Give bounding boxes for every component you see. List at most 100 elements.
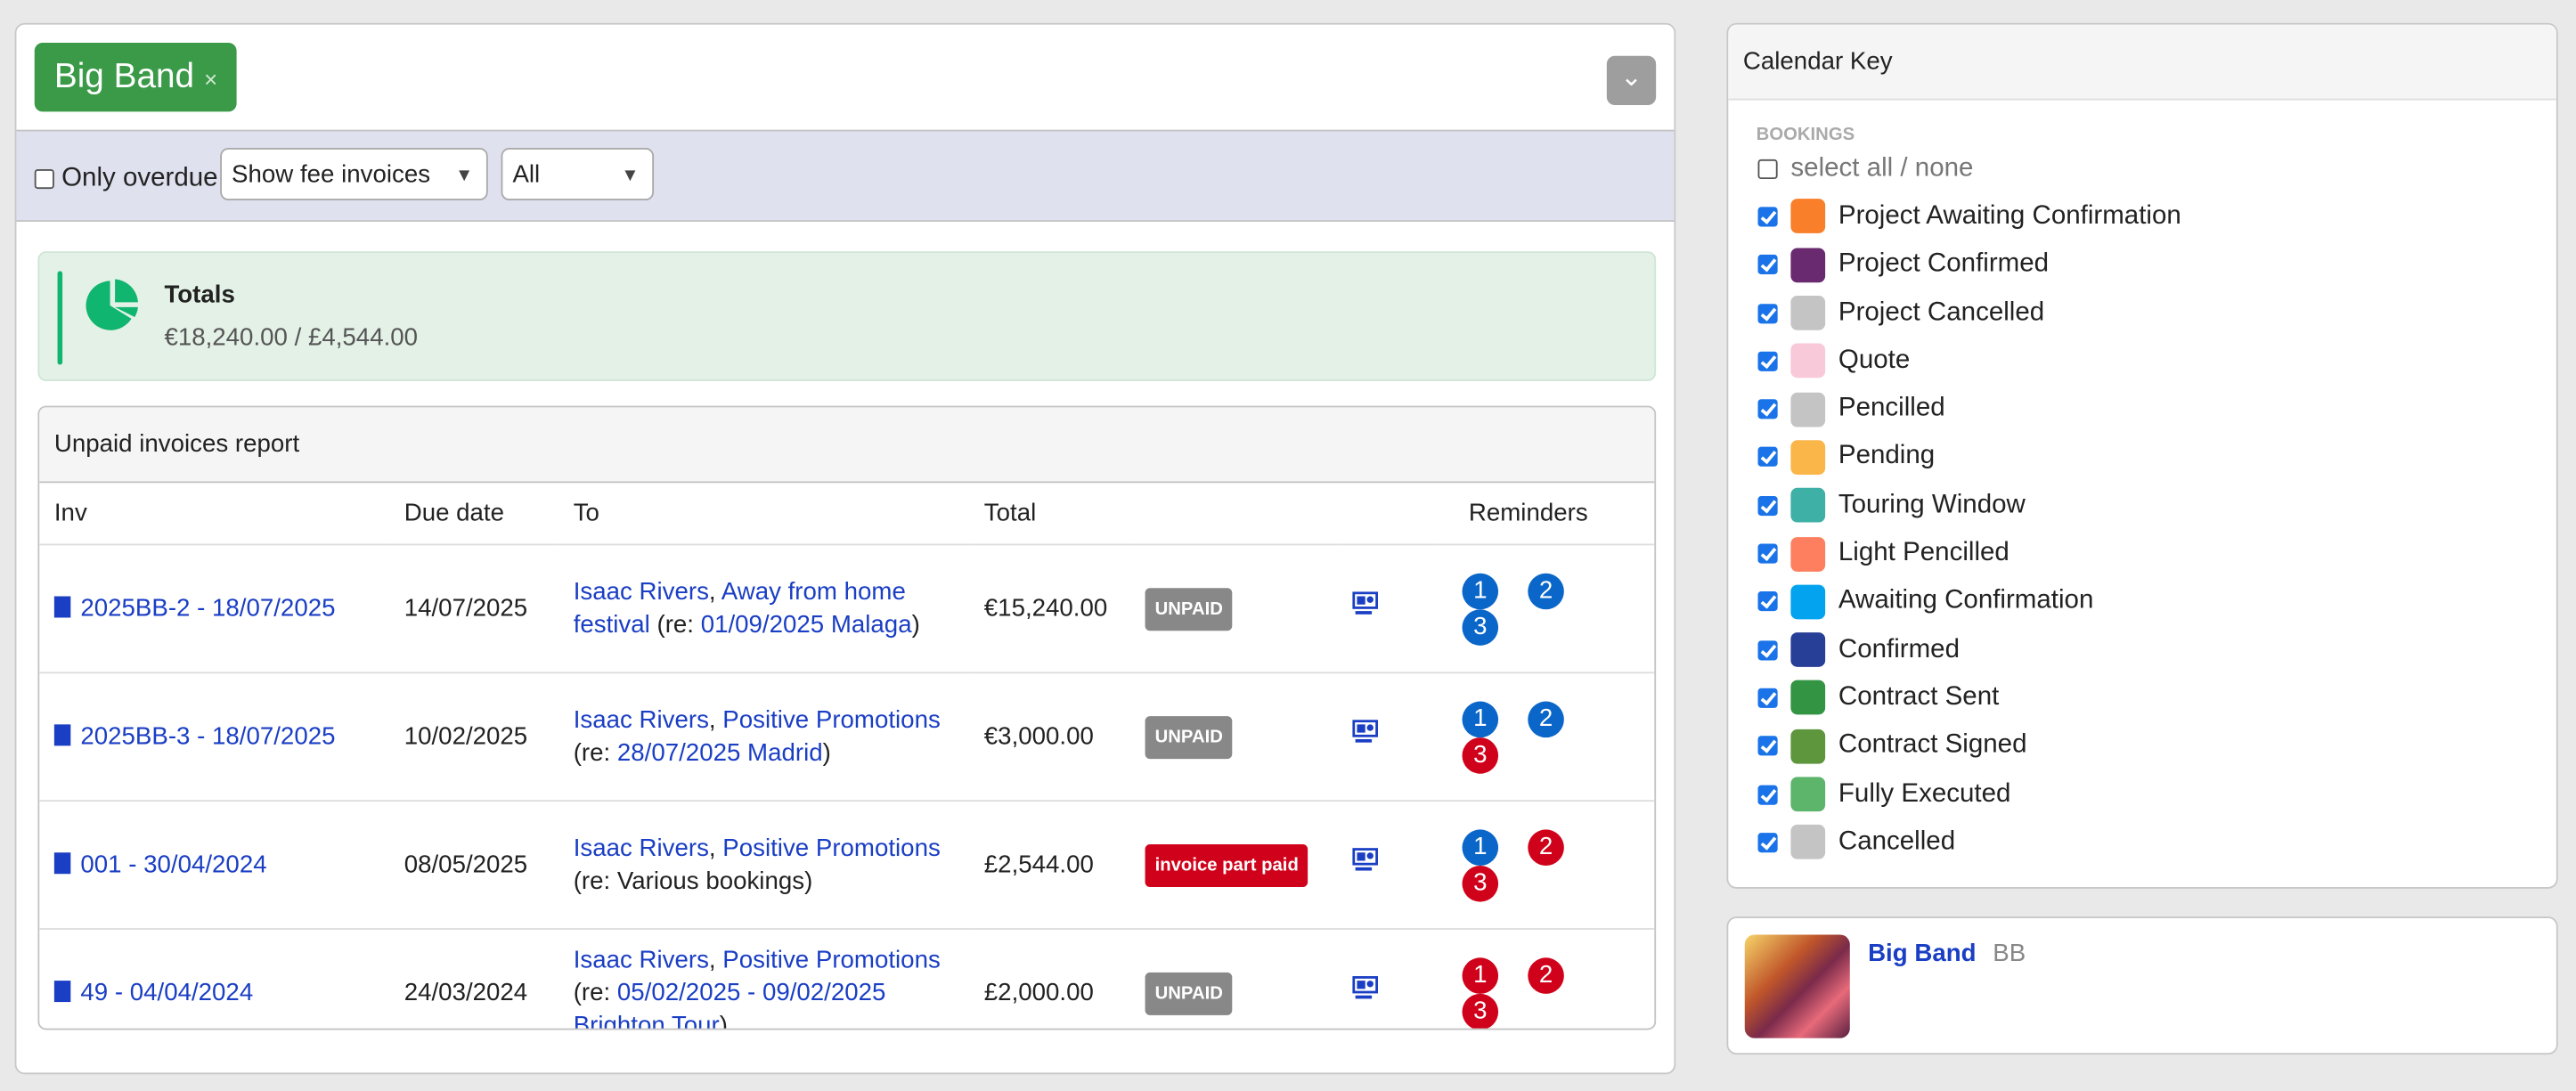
payment-card-icon[interactable]: [1352, 975, 1379, 1002]
col-to: To: [558, 483, 970, 546]
client-link[interactable]: Positive Promotions: [722, 705, 940, 733]
re-text: (re: Various bookings): [573, 866, 813, 895]
re-suffix: ): [911, 610, 920, 639]
status-cell: UNPAID: [1129, 672, 1338, 802]
artist-name-link[interactable]: Big Band: [1868, 940, 1976, 967]
re-suffix: ): [719, 1011, 728, 1030]
to-cell: Isaac Rivers, Positive Promotions (re: V…: [558, 801, 970, 930]
key-item-project-awaiting-confirmation[interactable]: Project Awaiting Confirmation: [1757, 192, 2556, 240]
key-item-touring-window[interactable]: Touring Window: [1757, 482, 2556, 530]
key-item-fully-executed[interactable]: Fully Executed: [1757, 770, 2556, 818]
payment-card-icon[interactable]: [1352, 847, 1379, 874]
re-text: (re:: [573, 738, 617, 767]
reminder-3-button[interactable]: 3: [1462, 608, 1499, 645]
to-cell: Isaac Rivers, Positive Promotions (re: 0…: [558, 929, 969, 1030]
key-checkbox[interactable]: [1757, 591, 1778, 612]
total-cell: £2,000.00: [983, 978, 1094, 1006]
status-badge: UNPAID: [1145, 971, 1233, 1014]
key-item-awaiting-confirmation[interactable]: Awaiting Confirmation: [1757, 578, 2556, 626]
re-suffix: ): [822, 738, 831, 767]
key-checkbox[interactable]: [1757, 399, 1778, 419]
key-label: Pending: [1838, 442, 1936, 471]
key-item-contract-sent[interactable]: Contract Sent: [1757, 674, 2556, 722]
key-checkbox[interactable]: [1757, 639, 1778, 660]
key-checkbox[interactable]: [1757, 495, 1778, 516]
unpaid-invoices-report: Unpaid invoices report Inv Due date To T…: [37, 405, 1657, 1030]
filter-tag-label: Big Band: [53, 57, 195, 95]
color-swatch: [1790, 296, 1826, 330]
payment-card-icon[interactable]: [1352, 590, 1379, 617]
reminder-1-button[interactable]: 1: [1462, 700, 1499, 737]
invoice-link[interactable]: 001 - 30/04/2024: [80, 850, 266, 877]
reminder-1-button[interactable]: 1: [1462, 572, 1499, 609]
key-item-pending[interactable]: Pending: [1757, 434, 2556, 482]
action-cell: [1337, 672, 1433, 802]
artist-thumbnail: [1744, 934, 1850, 1038]
reminders-cell: 1 23: [1432, 801, 1655, 930]
invoice-type-select[interactable]: Show fee invoices ▼: [220, 147, 488, 201]
contact-link[interactable]: Isaac Rivers: [574, 705, 709, 733]
contact-link[interactable]: Isaac Rivers: [574, 945, 709, 973]
booking-link[interactable]: 01/09/2025 Malaga: [701, 610, 912, 638]
key-checkbox[interactable]: [1757, 303, 1778, 323]
key-label: Pencilled: [1838, 394, 1945, 423]
contact-link[interactable]: Isaac Rivers: [574, 834, 709, 861]
reminder-2-button[interactable]: 2: [1528, 572, 1564, 609]
invoices-panel: Big Band × ⌄ Only overdue Show fee invoic…: [14, 22, 1676, 1075]
only-overdue-filter[interactable]: Only overdue: [34, 164, 218, 193]
reminder-2-button[interactable]: 2: [1528, 957, 1564, 993]
key-item-project-confirmed[interactable]: Project Confirmed: [1757, 240, 2556, 289]
close-icon[interactable]: ×: [204, 66, 217, 93]
key-label: Fully Executed: [1838, 779, 2011, 808]
filter-tag-big-band[interactable]: Big Band ×: [34, 42, 238, 112]
key-item-quote[interactable]: Quote: [1757, 337, 2556, 385]
key-checkbox[interactable]: [1757, 447, 1778, 468]
color-swatch: [1790, 825, 1826, 860]
inv-cell: 2025BB-3 - 18/07/2025: [39, 672, 390, 802]
key-item-pencilled[interactable]: Pencilled: [1757, 385, 2556, 433]
document-icon: [53, 595, 71, 617]
reminder-1-button[interactable]: 1: [1462, 957, 1499, 993]
key-checkbox[interactable]: [1757, 351, 1778, 371]
action-cell: [1337, 929, 1432, 1029]
key-checkbox[interactable]: [1757, 736, 1778, 756]
only-overdue-checkbox[interactable]: [34, 168, 54, 189]
col-total: Total: [969, 483, 1130, 546]
reminders-cell: 1 23: [1432, 544, 1655, 674]
booking-link[interactable]: 28/07/2025 Madrid: [617, 738, 823, 766]
select-all-none[interactable]: select all / none: [1757, 144, 2556, 192]
artist-card: Big Band BB: [1726, 916, 2558, 1055]
invoice-link[interactable]: 2025BB-2 - 18/07/2025: [80, 594, 335, 622]
key-item-light-pencilled[interactable]: Light Pencilled: [1757, 530, 2556, 578]
key-checkbox[interactable]: [1757, 784, 1778, 804]
key-item-cancelled[interactable]: Cancelled: [1757, 818, 2556, 867]
reminder-2-button[interactable]: 2: [1528, 700, 1564, 737]
chevron-down-icon[interactable]: ⌄: [1606, 55, 1657, 106]
key-checkbox[interactable]: [1757, 207, 1778, 227]
key-item-project-cancelled[interactable]: Project Cancelled: [1757, 289, 2556, 337]
table-row: 2025BB-2 - 18/07/2025 14/07/2025 Isaac R…: [39, 544, 1655, 674]
key-checkbox[interactable]: [1757, 255, 1778, 275]
reminder-3-button[interactable]: 3: [1462, 865, 1499, 901]
key-checkbox[interactable]: [1757, 832, 1778, 852]
client-link[interactable]: Positive Promotions: [722, 834, 940, 861]
invoice-type-value: Show fee invoices: [232, 160, 431, 190]
status-select[interactable]: All ▼: [501, 147, 655, 201]
key-checkbox[interactable]: [1757, 543, 1778, 564]
select-all-checkbox[interactable]: [1757, 159, 1778, 179]
invoice-link[interactable]: 2025BB-3 - 18/07/2025: [80, 722, 335, 750]
key-checkbox[interactable]: [1757, 688, 1778, 708]
reminder-3-button[interactable]: 3: [1462, 737, 1499, 773]
reminder-1-button[interactable]: 1: [1462, 828, 1499, 866]
contact-link[interactable]: Isaac Rivers: [574, 577, 709, 605]
inv-cell: 001 - 30/04/2024: [39, 801, 390, 930]
invoice-link[interactable]: 49 - 04/04/2024: [80, 978, 253, 1006]
reminder-3-button[interactable]: 3: [1462, 992, 1499, 1029]
client-link[interactable]: Positive Promotions: [722, 945, 940, 973]
key-item-contract-signed[interactable]: Contract Signed: [1757, 722, 2556, 770]
key-item-confirmed[interactable]: Confirmed: [1757, 626, 2556, 674]
reminder-2-button[interactable]: 2: [1528, 828, 1564, 866]
color-swatch: [1790, 729, 1826, 764]
payment-card-icon[interactable]: [1352, 719, 1379, 745]
booking-link[interactable]: 05/02/2025 - 09/02/2025 Brighton Tour: [574, 978, 886, 1028]
